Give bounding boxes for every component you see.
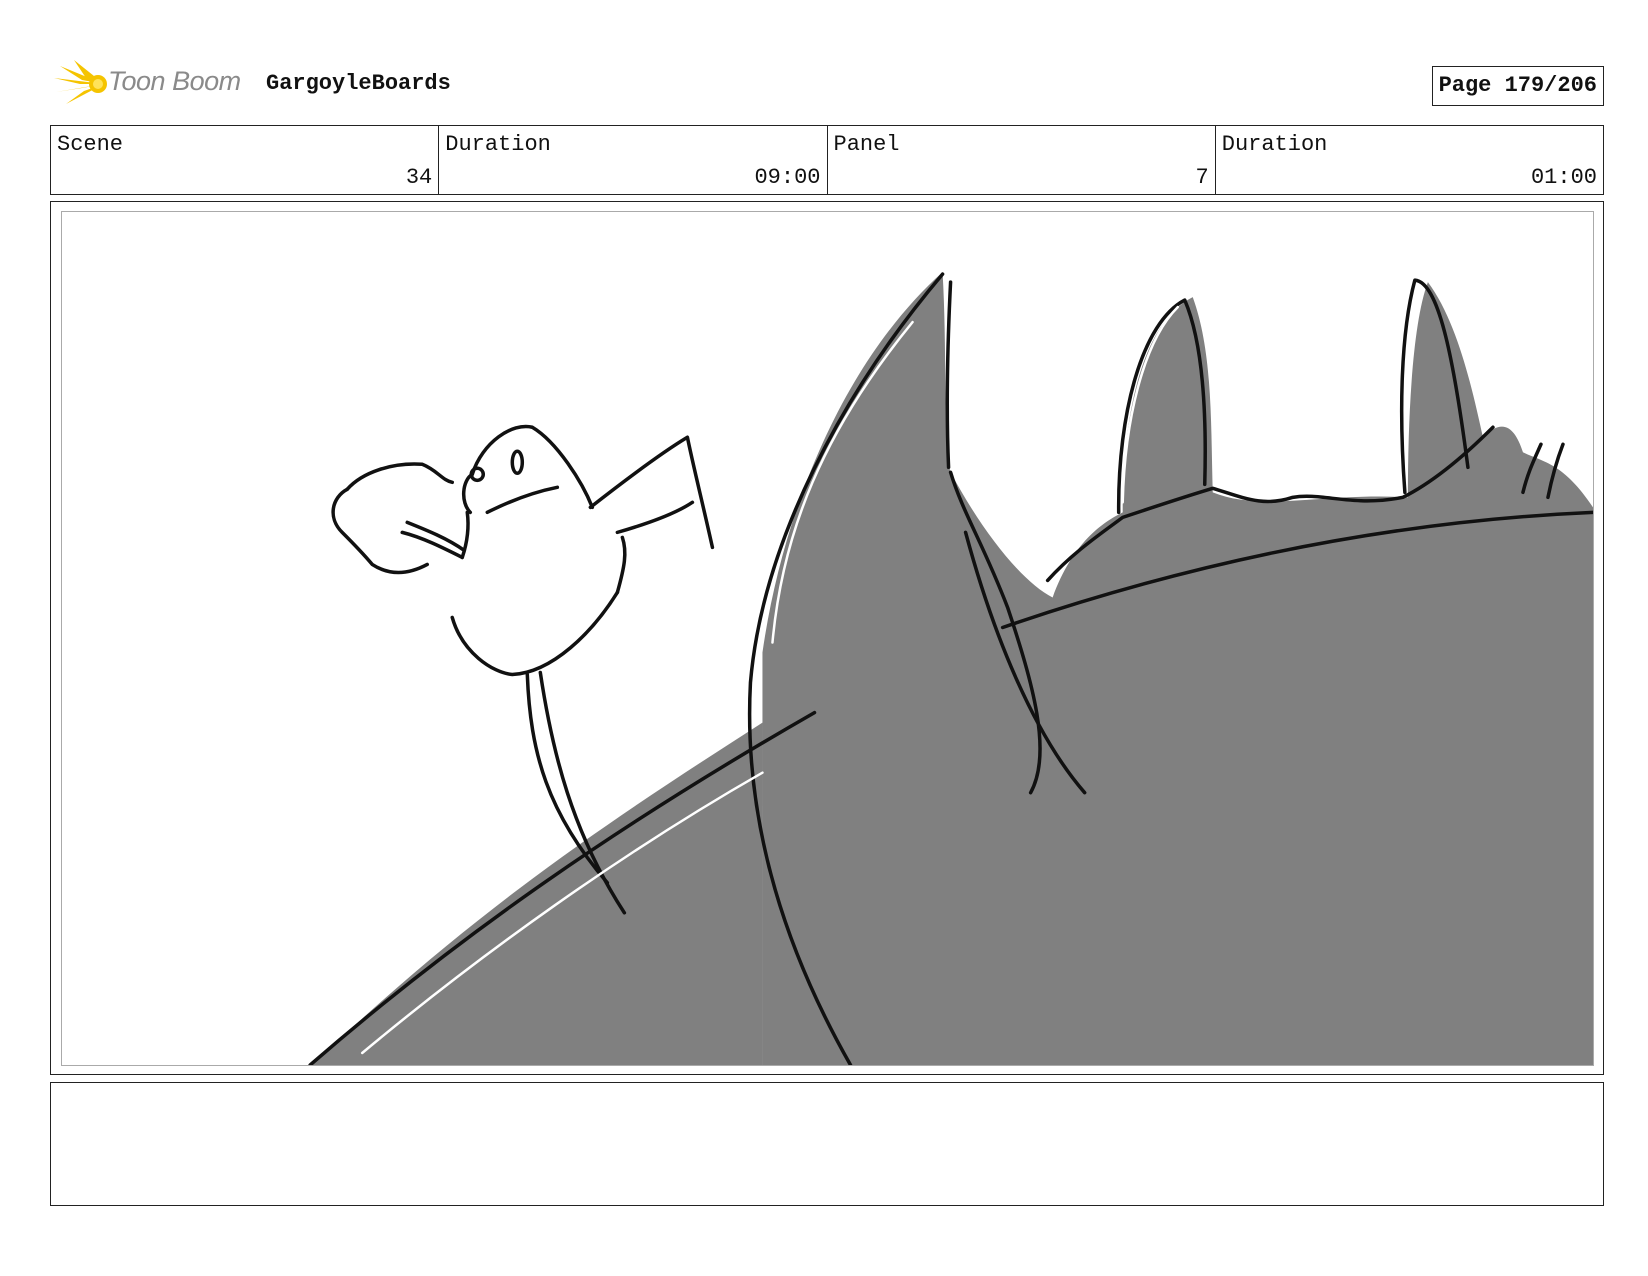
panel-cell: Panel 7 (828, 126, 1216, 194)
logo-text: Toon Boom (108, 66, 241, 96)
storyboard-panel-frame (50, 201, 1604, 1075)
page-header: Toon Boom GargoyleBoards Page 179/206 (50, 58, 1604, 110)
scene-duration-label: Duration (445, 132, 551, 157)
sunburst-icon (54, 60, 107, 104)
scene-value: 34 (405, 165, 433, 190)
toon-boom-logo: Toon Boom (52, 58, 252, 110)
scene-label: Scene (57, 132, 124, 157)
project-title: GargoyleBoards (266, 71, 451, 96)
panel-info-table: Scene 34 Duration 09:00 Panel 7 Duration… (50, 125, 1604, 195)
scene-cell: Scene 34 (51, 126, 440, 194)
panel-duration-value: 01:00 (1530, 165, 1597, 190)
scene-duration-value: 09:00 (754, 165, 821, 190)
panel-label: Panel (833, 132, 900, 157)
scene-duration-cell: Duration 09:00 (439, 126, 828, 194)
panel-notes-box (50, 1082, 1604, 1206)
page-indicator: Page 179/206 (1431, 66, 1604, 106)
panel-duration-cell: Duration 01:00 (1216, 126, 1603, 194)
panel-duration-label: Duration (1221, 132, 1328, 157)
panel-value: 7 (1195, 165, 1209, 190)
storyboard-drawing-area (61, 211, 1594, 1066)
storyboard-sketch (308, 272, 1593, 1065)
